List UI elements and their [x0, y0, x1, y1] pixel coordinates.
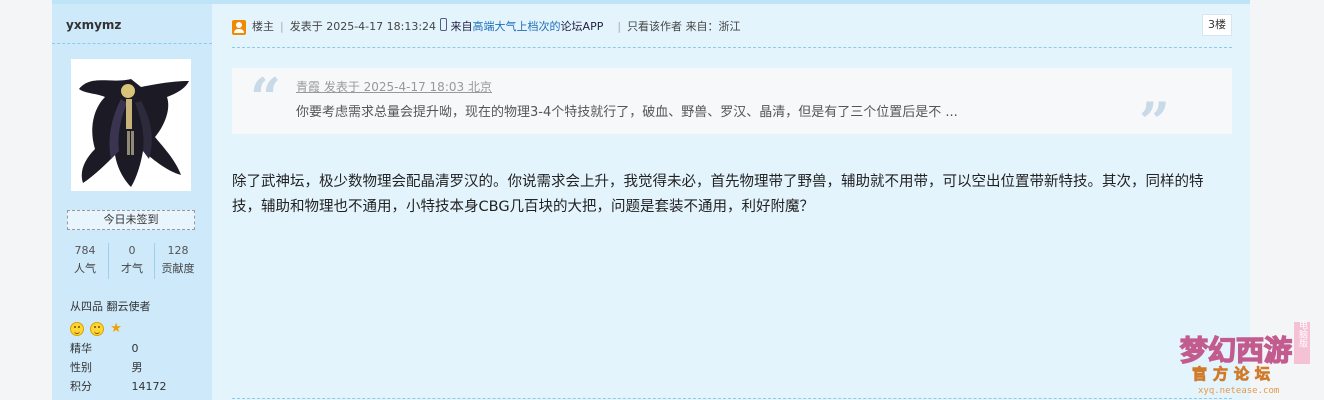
- divider: [232, 47, 1232, 48]
- avatar[interactable]: [71, 59, 191, 191]
- divider: [232, 398, 1232, 399]
- stat-value: 784: [74, 244, 96, 257]
- post-region: 来自：浙江: [685, 20, 741, 33]
- stat-talent[interactable]: 0 才气: [108, 243, 155, 279]
- info-key: 精华: [70, 342, 92, 355]
- info-key: 积分: [70, 380, 92, 393]
- info-value: 0: [131, 342, 139, 355]
- info-value: 14172: [131, 380, 167, 393]
- stat-value: 0: [128, 244, 136, 257]
- info-digest: 精华 0: [70, 340, 139, 358]
- smiley-medal-icon: [70, 321, 84, 336]
- smiley-medal-icon: [90, 321, 105, 336]
- author-sidebar: yxmymz 今日未签到 784 人气 0 才气 128 贡献度 从四品 翻云使…: [52, 4, 212, 400]
- forum-post: yxmymz 今日未签到 784 人气 0 才气 128 贡献度 从四品 翻云使…: [52, 0, 1250, 400]
- quote-header[interactable]: 青霞 发表于 2025-4-17 18:03 北京: [296, 79, 492, 95]
- only-author-link[interactable]: 只看该作者: [627, 20, 682, 33]
- mobile-source[interactable]: 来自高端大气上档次的论坛APP: [451, 20, 604, 33]
- post-content: 除了武神坛，极少数物理会配晶清罗汉的。你说需求会上升，我觉得未必，首先物理带了野…: [232, 174, 1204, 215]
- mobile-link[interactable]: 高端大气上档次的: [473, 20, 561, 33]
- open-quote-icon: “: [250, 66, 282, 130]
- star-medal-icon: ★: [110, 320, 122, 336]
- watermark-url: xyq.netease.com: [1198, 386, 1279, 396]
- author-stats: 784 人气 0 才气 128 贡献度: [62, 243, 202, 279]
- close-quote-icon: ”: [1138, 90, 1170, 154]
- author-username[interactable]: yxmymz: [66, 18, 121, 32]
- mobile-prefix: 来自: [450, 20, 473, 33]
- info-key: 性别: [70, 361, 92, 374]
- user-rank[interactable]: 从四品 翻云使者: [70, 298, 151, 314]
- floor-number[interactable]: 3楼: [1202, 14, 1232, 36]
- stat-label: 人气: [74, 262, 96, 275]
- stat-contribution[interactable]: 128 贡献度: [154, 243, 201, 279]
- post-time: 发表于 2025-4-17 18:13:24: [289, 20, 437, 33]
- post-meta-bar: 楼主 | 发表于 2025-4-17 18:13:24 来自高端大气上档次的论坛AP…: [232, 17, 741, 37]
- quote-block: “ 青霞 发表于 2025-4-17 18:03 北京 你要考虑需求总量会提升呦…: [232, 66, 1232, 152]
- mobile-suffix: 论坛APP: [560, 20, 604, 33]
- quote-text: 你要考虑需求总量会提升呦，现在的物理3-4个特技就行了，破血、野兽、罗汉、晶清，…: [296, 105, 958, 120]
- separator: |: [617, 20, 622, 33]
- separator: |: [280, 20, 284, 33]
- stat-value: 128: [167, 244, 189, 257]
- watermark-logo-text: 梦幻西游: [1180, 334, 1292, 367]
- info-value: 男: [131, 361, 143, 374]
- person-badge-icon: [232, 19, 246, 35]
- stat-label: 才气: [121, 262, 143, 275]
- owner-label: 楼主: [252, 20, 274, 33]
- phone-icon: [439, 17, 447, 31]
- watermark-slogan: 官方论坛: [1192, 365, 1276, 383]
- stat-popularity[interactable]: 784 人气: [62, 243, 108, 279]
- info-points: 积分 14172: [70, 378, 167, 396]
- site-watermark-logo: 梦幻西游 电脑版 官方论坛 xyq.netease.com: [1176, 316, 1316, 396]
- watermark-badge: 电脑版: [1297, 319, 1308, 348]
- rank-medals: ★: [70, 318, 122, 336]
- avatar-image: [71, 59, 191, 191]
- post-main: 楼主 | 发表于 2025-4-17 18:13:24 来自高端大气上档次的论坛AP…: [232, 4, 1232, 400]
- info-gender: 性别 男: [70, 359, 143, 377]
- checkin-button[interactable]: 今日未签到: [67, 210, 195, 230]
- divider: [52, 43, 212, 44]
- stat-label: 贡献度: [161, 262, 195, 275]
